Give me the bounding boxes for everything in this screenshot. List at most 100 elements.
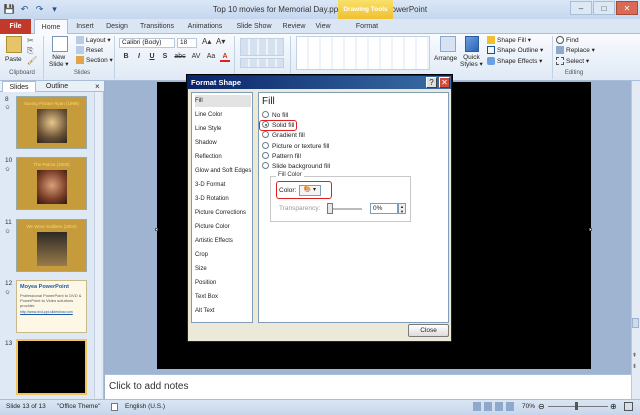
category-crop[interactable]: Crop xyxy=(195,249,251,261)
maximize-button[interactable]: □ xyxy=(593,1,615,15)
select-button[interactable]: Select ▾ xyxy=(556,57,589,66)
category-text-box[interactable]: Text Box xyxy=(195,291,251,303)
category-reflection[interactable]: Reflection xyxy=(195,151,251,163)
font-color-button[interactable]: A xyxy=(220,53,230,62)
fit-to-window-icon[interactable] xyxy=(624,402,633,411)
shape-outline-button[interactable]: Shape Outline ▾ xyxy=(487,46,543,55)
radio-slide-background-fill[interactable]: Slide background fill xyxy=(262,162,412,172)
close-pane-button[interactable]: × xyxy=(95,81,100,92)
scrollbar-thumb[interactable] xyxy=(632,318,639,328)
slide-thumbnail-13-selected[interactable] xyxy=(16,339,87,395)
category-fill[interactable]: Fill xyxy=(195,95,251,107)
resize-handle[interactable] xyxy=(589,228,592,231)
shape-fill-button[interactable]: Shape Fill ▾ xyxy=(487,36,531,45)
section-button[interactable]: Section ▾ xyxy=(76,56,113,65)
transparency-slider-thumb[interactable] xyxy=(327,203,333,214)
italic-button[interactable]: I xyxy=(134,53,144,60)
radio-picture-texture-fill[interactable]: Picture or texture fill xyxy=(262,142,412,152)
previous-slide-icon[interactable]: ⇞ xyxy=(632,352,637,359)
shapes-gallery[interactable] xyxy=(296,36,430,70)
panel-heading: Fill xyxy=(262,96,275,107)
zoom-out-icon[interactable]: ⊖ xyxy=(538,400,545,414)
tab-outline[interactable]: Outline xyxy=(40,81,74,92)
text-shadow-button[interactable]: S xyxy=(160,53,170,60)
slides-pane-scrollbar[interactable] xyxy=(94,92,101,398)
paste-button[interactable]: Paste xyxy=(5,55,22,64)
animation-star-icon: ✩ xyxy=(5,167,11,173)
transparency-slider[interactable] xyxy=(330,208,362,210)
underline-button[interactable]: U xyxy=(147,53,157,60)
category-alt-text[interactable]: Alt Text xyxy=(195,305,251,317)
tab-view[interactable]: View xyxy=(311,19,335,34)
tab-file[interactable]: File xyxy=(0,19,31,34)
quick-styles-button[interactable]: Quick Styles ▾ xyxy=(460,54,483,68)
tab-slide-show[interactable]: Slide Show xyxy=(233,19,275,34)
tab-format[interactable]: Format xyxy=(350,19,384,34)
replace-button[interactable]: Replace ▾ xyxy=(556,46,595,55)
zoom-slider-thumb[interactable] xyxy=(575,402,578,410)
char-spacing-button[interactable]: AV xyxy=(190,53,202,60)
zoom-slider[interactable] xyxy=(548,406,608,407)
slide-thumbnail-11[interactable]: We Were Soldiers (2002) xyxy=(16,219,87,272)
radio-circle xyxy=(262,152,269,159)
arrange-button[interactable]: Arrange xyxy=(434,54,457,63)
category-position[interactable]: Position xyxy=(195,277,251,289)
tab-transitions[interactable]: Transitions xyxy=(136,19,178,34)
category-3d-rotation[interactable]: 3-D Rotation xyxy=(195,193,251,205)
dialog-close-button[interactable]: Close xyxy=(408,324,449,337)
alignment-controls[interactable] xyxy=(240,58,284,68)
layout-button[interactable]: Layout ▾ xyxy=(76,36,111,45)
resize-handle[interactable] xyxy=(155,228,158,231)
category-line-color[interactable]: Line Color xyxy=(195,109,251,121)
cut-icon[interactable]: ✂ xyxy=(27,36,34,46)
category-3d-format[interactable]: 3-D Format xyxy=(195,179,251,191)
tab-review[interactable]: Review xyxy=(280,19,308,34)
dialog-help-button[interactable]: ? xyxy=(426,77,437,88)
view-buttons[interactable] xyxy=(473,402,515,411)
format-painter-icon[interactable]: 🖌 xyxy=(27,56,37,66)
tab-slides[interactable]: Slides xyxy=(2,81,36,92)
transparency-input[interactable]: 0% xyxy=(370,203,398,214)
radio-gradient-fill[interactable]: Gradient fill xyxy=(262,131,412,141)
shape-effects-label: Shape Effects ▾ xyxy=(497,58,543,65)
zoom-in-icon[interactable]: ⊕ xyxy=(610,400,617,414)
tab-design[interactable]: Design xyxy=(102,19,132,34)
next-slide-icon[interactable]: ⇟ xyxy=(632,363,637,370)
category-shadow[interactable]: Shadow xyxy=(195,137,251,149)
notes-pane[interactable]: Click to add notes xyxy=(105,374,631,399)
tab-home[interactable]: Home xyxy=(34,19,68,34)
zoom-level[interactable]: 70% xyxy=(522,400,535,414)
category-glow[interactable]: Glow and Soft Edges xyxy=(195,165,251,177)
slide-thumbnail-10[interactable]: The Patriot (2000) xyxy=(16,157,87,210)
new-slide-button[interactable]: New Slide ▾ xyxy=(49,54,69,68)
reset-button[interactable]: Reset xyxy=(76,46,103,55)
tab-animations[interactable]: Animations xyxy=(183,19,227,34)
copy-icon[interactable]: ⎘ xyxy=(27,46,33,56)
change-case-button[interactable]: Aa xyxy=(205,53,217,60)
radio-pattern-fill[interactable]: Pattern fill xyxy=(262,152,412,162)
shrink-font-icon[interactable]: A▾ xyxy=(216,37,225,46)
transparency-spinner[interactable]: ▲ ▼ xyxy=(398,203,406,214)
close-window-button[interactable]: ✕ xyxy=(616,1,638,15)
strikethrough-button[interactable]: abc xyxy=(173,53,187,60)
category-picture-corrections[interactable]: Picture Corrections xyxy=(195,207,251,219)
shape-effects-button[interactable]: Shape Effects ▾ xyxy=(487,57,542,66)
slide-thumbnail-12[interactable]: Moyea PowerPoint Professional PowerPoint… xyxy=(16,280,87,333)
tab-insert[interactable]: Insert xyxy=(70,19,100,34)
find-button[interactable]: Find xyxy=(556,36,579,45)
category-artistic-effects[interactable]: Artistic Effects xyxy=(195,235,251,247)
category-line-style[interactable]: Line Style xyxy=(195,123,251,135)
category-picture-color[interactable]: Picture Color xyxy=(195,221,251,233)
category-size[interactable]: Size xyxy=(195,263,251,275)
language-indicator[interactable]: English (U.S.) xyxy=(125,400,165,414)
dialog-close-x-button[interactable]: ✕ xyxy=(439,77,450,88)
minimize-button[interactable]: – xyxy=(570,1,592,15)
font-size-combo[interactable]: 18 xyxy=(177,38,197,48)
font-name-combo[interactable]: Calibri (Body) xyxy=(119,38,175,48)
slide-thumbnail-8[interactable]: Saving Private Ryan (1998) xyxy=(16,96,87,149)
paragraph-controls[interactable] xyxy=(240,38,284,56)
spellcheck-icon[interactable] xyxy=(111,403,118,411)
grow-font-icon[interactable]: A▴ xyxy=(202,37,211,46)
bold-button[interactable]: B xyxy=(121,53,131,60)
theme-name[interactable]: "Office Theme" xyxy=(57,400,100,414)
